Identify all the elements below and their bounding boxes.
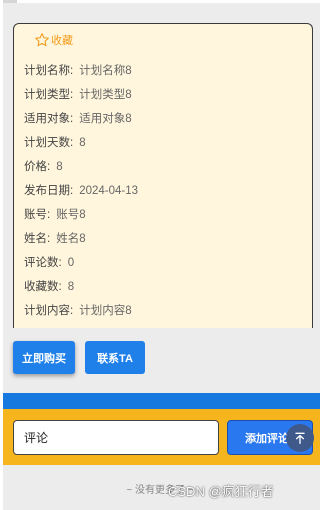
field-price: 价格: 8 (24, 158, 63, 174)
field-plan-name: 计划名称: 计划名称8 (24, 62, 132, 78)
plan-detail-card: 收藏 计划名称: 计划名称8 计划类型: 计划类型8 适用对象: 适用对象8 计划天数… (13, 23, 313, 328)
watermark: CSDN @疯狂行者 (168, 484, 274, 499)
arrow-up-to-top-icon (295, 432, 305, 444)
field-publish-date: 发布日期: 2024-04-13 (24, 182, 138, 198)
favorite-toggle[interactable]: 收藏 (34, 32, 73, 48)
field-name: 姓名: 姓名8 (24, 230, 86, 246)
favorite-label: 收藏 (51, 35, 73, 47)
field-value: 计划内容8 (79, 305, 132, 317)
field-label: 账号: (24, 209, 51, 221)
field-value: 8 (67, 281, 75, 293)
field-label: 计划天数: (24, 137, 74, 149)
field-target-audience: 适用对象: 适用对象8 (24, 110, 132, 126)
field-label: 收藏数: (24, 281, 62, 293)
field-value: 姓名8 (56, 233, 86, 245)
star-outline-icon (35, 33, 49, 47)
blue-divider-bar (3, 393, 320, 409)
contact-button[interactable]: 联系TA (85, 341, 145, 374)
field-plan-type: 计划类型: 计划类型8 (24, 86, 132, 102)
field-label: 计划类型: (24, 89, 74, 101)
field-value: 8 (56, 161, 63, 173)
field-value: 0 (67, 257, 75, 269)
field-value: 计划名称8 (79, 65, 132, 77)
field-label: 计划名称: (24, 65, 74, 77)
buy-now-button[interactable]: 立即购买 (13, 341, 75, 374)
field-label: 计划内容: (24, 305, 74, 317)
field-account: 账号: 账号8 (24, 206, 86, 222)
field-value: 2024-04-13 (79, 185, 139, 197)
field-favorite-count: 收藏数: 8 (24, 278, 74, 294)
field-comment-count: 评论数: 0 (24, 254, 74, 270)
top-divider (3, 0, 17, 3)
field-plan-days: 计划天数: 8 (24, 134, 86, 150)
field-label: 发布日期: (24, 185, 74, 197)
field-label: 价格: (24, 161, 51, 173)
comment-input[interactable] (13, 420, 219, 455)
field-value: 计划类型8 (79, 89, 132, 101)
field-plan-content: 计划内容: 计划内容8 (24, 302, 132, 318)
back-to-top-button[interactable] (286, 424, 314, 452)
field-label: 评论数: (24, 257, 62, 269)
field-value: 8 (79, 137, 86, 149)
field-label: 姓名: (24, 233, 51, 245)
field-label: 适用对象: (24, 113, 74, 125)
field-value: 账号8 (56, 209, 86, 221)
field-value: 适用对象8 (79, 113, 132, 125)
